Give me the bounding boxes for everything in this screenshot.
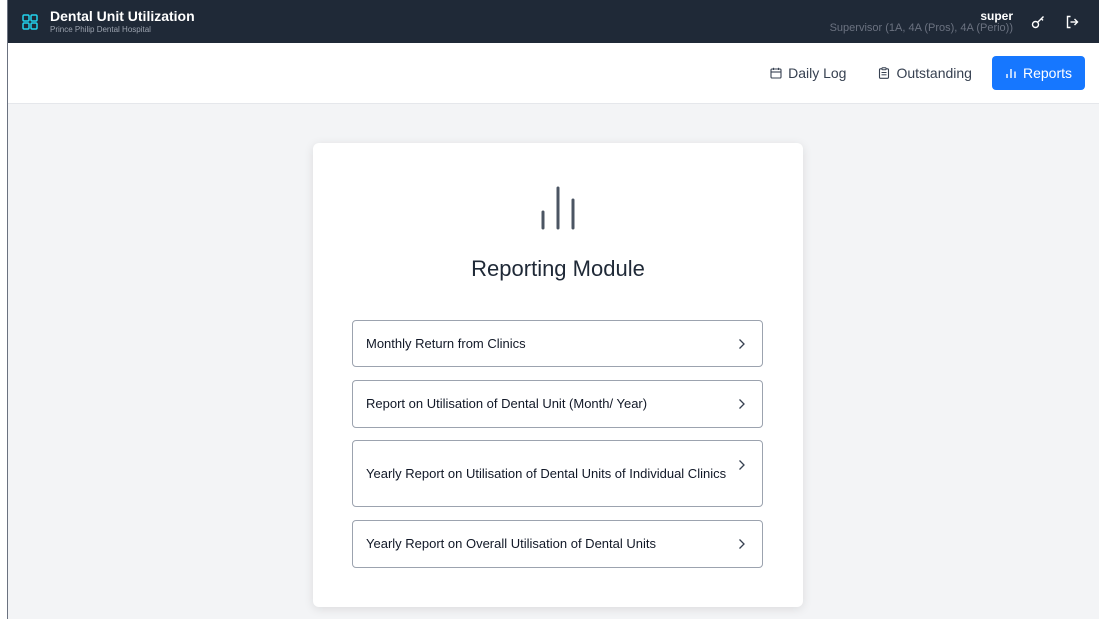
chevron-right-icon [739,399,745,409]
window-edge [0,0,8,619]
bar-chart-icon [1006,69,1016,78]
report-yearly-overall[interactable]: Yearly Report on Overall Utilisation of … [352,520,763,568]
calendar-icon [770,67,782,79]
app-title: Dental Unit Utilization [50,8,195,24]
logout-icon [1066,15,1079,28]
logout-button[interactable] [1059,9,1085,35]
change-password-button[interactable] [1025,9,1051,35]
user-info: super Supervisor (1A, 4A (Pros), 4A (Per… [817,0,1017,43]
chevron-right-icon [739,459,745,470]
clipboard-icon [879,67,890,79]
report-label: Report on Utilisation of Dental Unit (Mo… [366,396,648,411]
chevron-right-icon [739,539,745,549]
user-area: super Supervisor (1A, 4A (Pros), 4A (Per… [817,0,1085,43]
nav-outstanding[interactable]: Outstanding [866,56,984,90]
brand-text: Dental Unit Utilization Prince Philip De… [50,8,195,35]
report-label: Yearly Report on Overall Utilisation of … [366,536,656,551]
key-icon [1031,15,1044,28]
report-utilisation-month-year[interactable]: Report on Utilisation of Dental Unit (Mo… [352,380,763,428]
grid-icon [22,14,38,30]
reporting-module-card: Reporting Module Monthly Return from Cli… [313,143,803,607]
user-name: super [980,9,1013,23]
module-title: Reporting Module [471,256,645,281]
nav-outstanding-label: Outstanding [896,65,972,81]
user-role: Supervisor (1A, 4A (Pros), 4A (Perio)) [829,22,1013,34]
report-yearly-individual-clinics[interactable]: Yearly Report on Utilisation of Dental U… [352,440,763,507]
bar-chart-icon [541,186,575,230]
top-header: Dental Unit Utilization Prince Philip De… [8,0,1099,43]
report-label: Monthly Return from Clinics [366,335,526,351]
nav-daily-log[interactable]: Daily Log [758,56,858,90]
nav-daily-log-label: Daily Log [788,65,847,81]
app-frame: Dental Unit Utilization Prince Philip De… [8,0,1099,619]
brand: Dental Unit Utilization Prince Philip De… [22,8,195,35]
app-subtitle: Prince Philip Dental Hospital [50,25,151,34]
nav-reports-label: Reports [1022,65,1072,81]
main-nav: Daily Log Outstanding Reports [8,43,1099,104]
report-monthly-return[interactable]: Monthly Return from Clinics [352,320,763,367]
chevron-right-icon [739,338,745,349]
nav-reports[interactable]: Reports [991,56,1085,90]
report-label: Yearly Report on Utilisation of Dental U… [366,465,727,481]
